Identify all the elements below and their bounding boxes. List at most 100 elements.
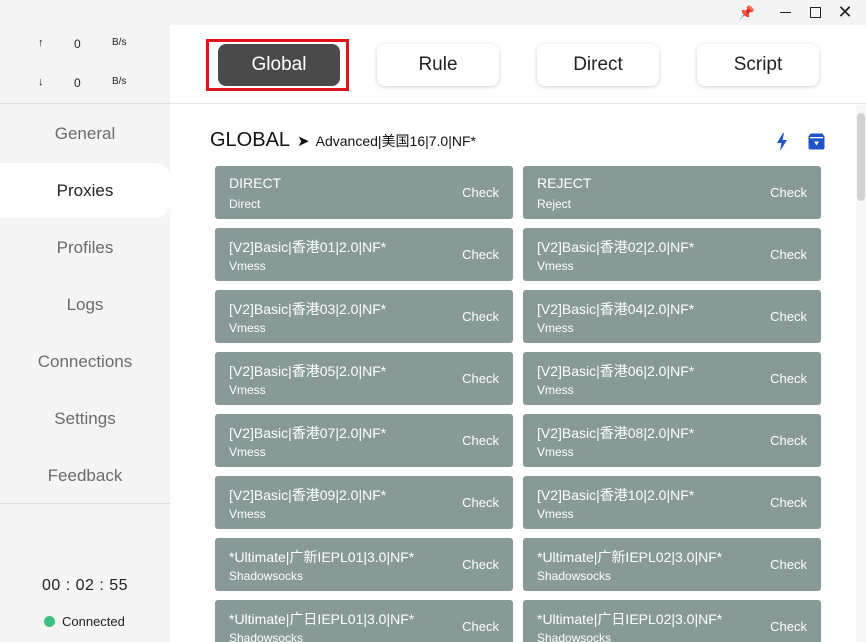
proxy-card[interactable]: [V2]Basic|香港07|2.0|NF* Vmess Check xyxy=(215,414,513,467)
bolt-icon[interactable] xyxy=(776,133,794,151)
proxy-card[interactable]: [V2]Basic|香港03|2.0|NF* Vmess Check xyxy=(215,290,513,343)
group-name: GLOBAL xyxy=(210,129,291,151)
check-latency-button[interactable]: Check xyxy=(462,309,499,324)
check-latency-button[interactable]: Check xyxy=(462,433,499,448)
connection-label: Connected xyxy=(62,614,125,629)
proxies-content: GLOBAL ➤ Advanced|美国16|7.0|NF* DIRECT Dir… xyxy=(170,105,856,642)
check-latency-button[interactable]: Check xyxy=(462,371,499,386)
proxy-type: Vmess xyxy=(537,445,574,459)
mode-script-button[interactable]: Script xyxy=(697,44,819,86)
check-latency-button[interactable]: Check xyxy=(770,619,807,634)
check-latency-button[interactable]: Check xyxy=(770,247,807,262)
proxy-name: [V2]Basic|香港01|2.0|NF* xyxy=(229,239,387,255)
download-unit: B/s xyxy=(112,76,127,87)
proxy-type: Vmess xyxy=(537,383,574,397)
proxy-card[interactable]: REJECT Reject Check xyxy=(523,166,821,219)
title-bar: 📌 ✕ xyxy=(0,0,866,25)
scrollbar-thumb[interactable] xyxy=(857,113,865,201)
proxy-name: *Ultimate|广日IEPL02|3.0|NF* xyxy=(537,611,723,627)
proxy-name: *Ultimate|广新IEPL02|3.0|NF* xyxy=(537,549,723,565)
proxy-card[interactable]: *Ultimate|广日IEPL01|3.0|NF* Shadowsocks Che… xyxy=(215,600,513,642)
minimize-icon[interactable] xyxy=(773,2,797,23)
app-window: 📌 ✕ ↑ 0 B/s ↓ 0 B/s General Proxies Prof… xyxy=(0,0,866,642)
proxy-card[interactable]: DIRECT Direct Check xyxy=(215,166,513,219)
proxy-name: *Ultimate|广新IEPL01|3.0|NF* xyxy=(229,549,415,565)
connection-status: Connected xyxy=(44,614,125,629)
nav-item-settings[interactable]: Settings xyxy=(0,391,170,446)
proxy-name: [V2]Basic|香港07|2.0|NF* xyxy=(229,425,387,441)
upload-speed: ↑ 0 B/s xyxy=(0,37,170,57)
proxy-type: Shadowsocks xyxy=(537,631,612,642)
proxy-name: *Ultimate|广日IEPL01|3.0|NF* xyxy=(229,611,415,627)
download-value: 0 xyxy=(74,76,81,90)
proxy-card[interactable]: [V2]Basic|香港02|2.0|NF* Vmess Check xyxy=(523,228,821,281)
proxy-type: Shadowsocks xyxy=(229,569,304,583)
sidebar: ↑ 0 B/s ↓ 0 B/s General Proxies Profiles… xyxy=(0,25,170,642)
nav-item-feedback[interactable]: Feedback xyxy=(0,448,170,503)
nav-item-general[interactable]: General xyxy=(0,106,170,161)
traffic-panel: ↑ 0 B/s ↓ 0 B/s xyxy=(0,25,170,104)
proxy-type: Vmess xyxy=(229,445,266,459)
nav-item-connections[interactable]: Connections xyxy=(0,334,170,389)
upload-unit: B/s xyxy=(112,37,127,48)
proxy-type: Vmess xyxy=(229,507,266,521)
check-latency-button[interactable]: Check xyxy=(770,557,807,572)
proxy-group-header[interactable]: GLOBAL ➤ Advanced|美国16|7.0|NF* xyxy=(210,129,476,153)
divider xyxy=(0,503,170,504)
proxy-card[interactable]: [V2]Basic|香港06|2.0|NF* Vmess Check xyxy=(523,352,821,405)
status-dot-icon xyxy=(44,616,55,627)
check-latency-button[interactable]: Check xyxy=(462,495,499,510)
pin-icon[interactable]: 📌 xyxy=(735,2,759,23)
check-latency-button[interactable]: Check xyxy=(770,309,807,324)
proxy-type: Vmess xyxy=(229,321,266,335)
proxy-type: Vmess xyxy=(537,321,574,335)
save-icon[interactable] xyxy=(808,133,826,151)
proxy-type: Vmess xyxy=(229,259,266,273)
mode-direct-button[interactable]: Direct xyxy=(537,44,659,86)
proxy-name: [V2]Basic|香港06|2.0|NF* xyxy=(537,363,695,379)
nav-item-proxies[interactable]: Proxies xyxy=(0,163,170,218)
proxy-card[interactable]: *Ultimate|广新IEPL01|3.0|NF* Shadowsocks Che… xyxy=(215,538,513,591)
proxy-name: [V2]Basic|香港05|2.0|NF* xyxy=(229,363,387,379)
download-arrow-icon: ↓ xyxy=(38,76,44,88)
check-latency-button[interactable]: Check xyxy=(770,371,807,386)
check-latency-button[interactable]: Check xyxy=(462,619,499,634)
bolt-icon-shape xyxy=(777,133,787,151)
close-icon[interactable]: ✕ xyxy=(833,2,857,23)
check-latency-button[interactable]: Check xyxy=(462,247,499,262)
save-icon-shape xyxy=(808,133,825,150)
proxy-card[interactable]: [V2]Basic|香港09|2.0|NF* Vmess Check xyxy=(215,476,513,529)
proxy-name: [V2]Basic|香港03|2.0|NF* xyxy=(229,301,387,317)
check-latency-button[interactable]: Check xyxy=(770,185,807,200)
proxy-card[interactable]: *Ultimate|广日IEPL02|3.0|NF* Shadowsocks Che… xyxy=(523,600,821,642)
check-latency-button[interactable]: Check xyxy=(462,185,499,200)
maximize-icon[interactable] xyxy=(803,2,827,23)
proxy-name: [V2]Basic|香港08|2.0|NF* xyxy=(537,425,695,441)
proxy-card[interactable]: [V2]Basic|香港08|2.0|NF* Vmess Check xyxy=(523,414,821,467)
group-selected-proxy: Advanced|美国16|7.0|NF* xyxy=(315,133,476,149)
proxy-card[interactable]: [V2]Basic|香港05|2.0|NF* Vmess Check xyxy=(215,352,513,405)
scrollbar[interactable] xyxy=(856,105,866,642)
mode-global-button[interactable]: Global xyxy=(218,44,340,86)
download-speed: ↓ 0 B/s xyxy=(0,76,170,96)
proxy-name: [V2]Basic|香港02|2.0|NF* xyxy=(537,239,695,255)
check-latency-button[interactable]: Check xyxy=(770,495,807,510)
mode-rule-button[interactable]: Rule xyxy=(377,44,499,86)
arrow-icon: ➤ xyxy=(297,133,310,150)
proxy-type: Vmess xyxy=(537,507,574,521)
nav-item-logs[interactable]: Logs xyxy=(0,277,170,332)
proxy-type: Shadowsocks xyxy=(229,631,304,642)
proxy-card[interactable]: [V2]Basic|香港04|2.0|NF* Vmess Check xyxy=(523,290,821,343)
proxy-card[interactable]: *Ultimate|广新IEPL02|3.0|NF* Shadowsocks Che… xyxy=(523,538,821,591)
check-latency-button[interactable]: Check xyxy=(770,433,807,448)
proxy-name: REJECT xyxy=(537,175,592,191)
proxy-name: [V2]Basic|香港09|2.0|NF* xyxy=(229,487,387,503)
nav-item-profiles[interactable]: Profiles xyxy=(0,220,170,275)
proxy-card[interactable]: [V2]Basic|香港01|2.0|NF* Vmess Check xyxy=(215,228,513,281)
minimize-bar xyxy=(779,11,791,14)
check-latency-button[interactable]: Check xyxy=(462,557,499,572)
upload-value: 0 xyxy=(74,37,81,51)
proxy-card[interactable]: [V2]Basic|香港10|2.0|NF* Vmess Check xyxy=(523,476,821,529)
proxy-name: [V2]Basic|香港10|2.0|NF* xyxy=(537,487,695,503)
proxy-type: Direct xyxy=(229,197,261,211)
